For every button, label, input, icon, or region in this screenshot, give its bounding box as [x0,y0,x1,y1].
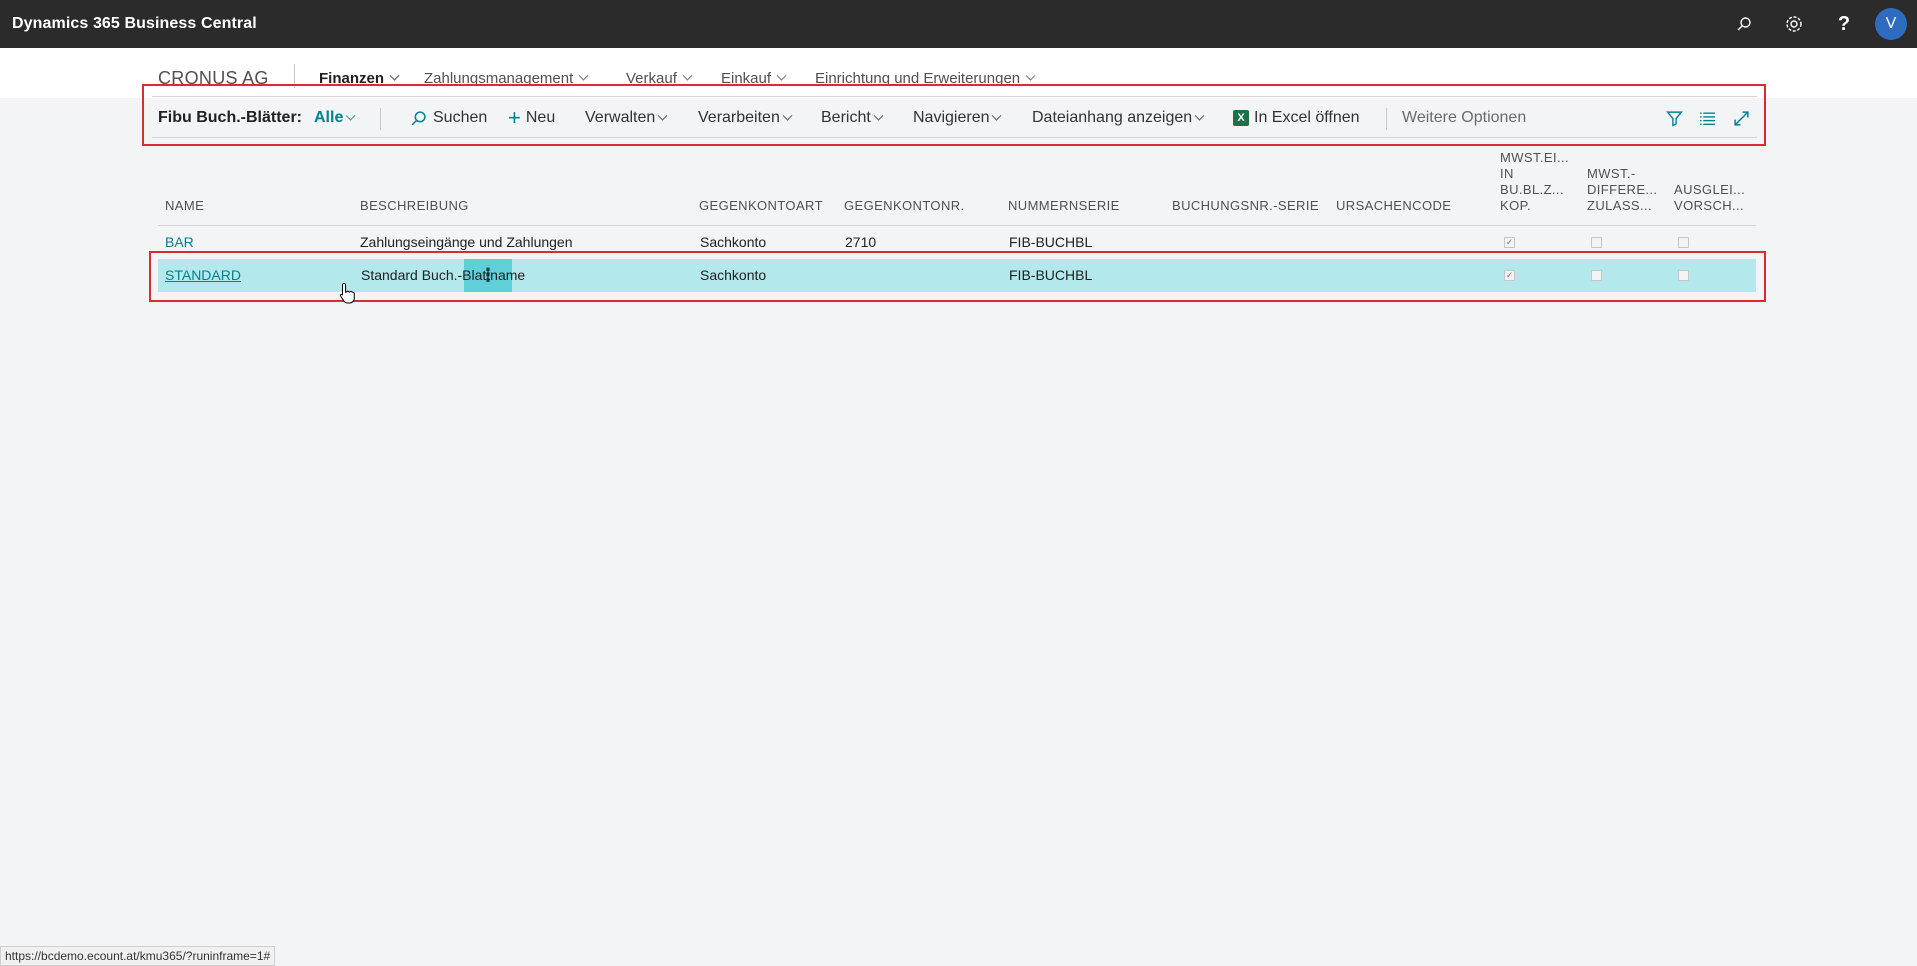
row-description: Zahlungseingänge und Zahlungen [360,234,573,250]
separator [380,108,381,130]
open-in-excel-button[interactable]: X In Excel öffnen [1233,97,1360,139]
app-title[interactable]: Dynamics 365 Business Central [12,15,257,33]
navigate-label: Navigieren [913,109,990,126]
header-line: DIFFERE... [1587,182,1658,197]
filter-icon[interactable] [1663,107,1685,129]
hand-cursor-icon [339,282,355,304]
vat-diff-checkbox[interactable] [1591,270,1602,281]
nav-item-label: Verkauf [626,70,677,87]
search-icon [411,110,426,125]
nav-item-einkauf[interactable]: Einkauf [721,70,787,87]
nav-item-finanzen[interactable]: Finanzen [319,70,400,87]
apply-suggest-checkbox[interactable] [1678,270,1689,281]
nav-item-label: Einrichtung und Erweiterungen [815,70,1021,87]
nav-divider [294,64,295,88]
navigate-menu[interactable]: Navigieren [913,97,1002,139]
vat-copy-checkbox[interactable]: ✓ [1504,237,1515,248]
attachment-menu[interactable]: Dateianhang anzeigen [1032,97,1205,139]
header-line: KOP. [1500,198,1531,213]
table-row-selected[interactable]: STANDARD ⋮ Standard Buch.-Blattname Sach… [158,259,1756,292]
header-line: MWST.- [1587,166,1636,181]
status-bar-url: https://bcdemo.ecount.at/kmu365/?runinfr… [0,946,276,966]
nav-item-label: Finanzen [319,70,385,87]
app-bar: Dynamics 365 Business Central ? V [0,0,1917,48]
row-no-series: FIB-BUCHBL [1009,267,1093,283]
excel-icon: X [1233,110,1249,126]
expand-icon[interactable] [1730,107,1752,129]
help-icon-glyph: ? [1837,12,1851,35]
plus-icon: + [508,105,521,130]
avatar[interactable]: V [1875,8,1907,40]
column-header-name[interactable]: NAME [165,198,204,214]
chevron-down-icon [345,110,356,121]
manage-label: Verwalten [585,109,656,126]
row-no-series: FIB-BUCHBL [1009,234,1093,250]
chevron-down-icon [578,70,589,81]
chevron-down-icon [873,110,884,121]
header-line: BU.BL.Z... [1500,182,1564,197]
apply-suggest-checkbox[interactable] [1678,237,1689,248]
action-bar: Fibu Buch.-Blätter: Alle Suchen + Neu Ver… [152,96,1757,138]
nav-item-zahlungsmanagement[interactable]: Zahlungsmanagement [424,70,589,87]
help-icon[interactable]: ? [1819,0,1869,48]
more-options-button[interactable]: Weitere Optionen [1402,97,1526,139]
new-label: Neu [525,109,556,126]
chevron-down-icon [776,70,787,81]
column-header-no-series[interactable]: NUMMERNSERIE [1008,198,1120,214]
report-menu[interactable]: Bericht [821,97,884,139]
search-icon[interactable] [1719,0,1769,48]
nav-item-label: Zahlungsmanagement [424,70,574,87]
manage-menu[interactable]: Verwalten [585,97,668,139]
settings-icon[interactable] [1769,0,1819,48]
column-header-posting-series[interactable]: BUCHUNGSNR.-SERIE [1172,198,1319,214]
header-line: AUSGLEI... [1674,182,1746,197]
chevron-down-icon [1025,70,1036,81]
report-label: Bericht [821,109,871,126]
row-bal-type: Sachkonto [700,267,767,283]
separator [1386,108,1387,130]
company-name[interactable]: CRONUS AG [158,68,269,89]
view-filter-dropdown[interactable]: Alle [314,97,356,139]
nav-item-einrichtung[interactable]: Einrichtung und Erweiterungen [815,70,1036,87]
chevron-down-icon [992,110,1002,121]
chevron-down-icon [782,110,793,121]
column-header-description[interactable]: BESCHREIBUNG [360,198,469,214]
new-button[interactable]: + Neu [508,97,555,139]
navigation-band: CRONUS AG Finanzen Zahlungsmanagement Ve… [0,48,1917,98]
chevron-down-icon [1194,110,1205,121]
column-header-apply-suggest[interactable]: AUSGLEI... VORSCH... [1674,182,1745,214]
search-button[interactable]: Suchen [410,97,487,139]
header-line: MWST.EI... [1500,150,1569,165]
column-header-bal-no[interactable]: GEGENKONTONR. [844,198,965,214]
row-name-link[interactable]: BAR [165,226,194,259]
chevron-down-icon [657,110,668,121]
header-line: IN [1500,166,1514,181]
process-label: Verarbeiten [698,109,780,126]
header-line: VORSCH... [1674,198,1745,213]
row-bal-no: 2710 [845,234,877,250]
column-header-vat-copy[interactable]: MWST.EI... IN BU.BL.Z... KOP. [1500,150,1569,214]
row-bal-type: Sachkonto [700,234,767,250]
row-description: Standard Buch.-Blattname [361,267,526,283]
list-view-icon[interactable] [1696,107,1718,129]
column-header-vat-diff[interactable]: MWST.- DIFFERE... ZULASS... [1587,166,1657,214]
table-row[interactable]: BAR Zahlungseingänge und Zahlungen Sachk… [158,226,1756,259]
column-header-bal-type[interactable]: GEGENKONTOART [699,198,823,214]
attachment-label: Dateianhang anzeigen [1032,109,1193,126]
search-label: Suchen [433,109,488,126]
chevron-down-icon [682,70,693,81]
excel-label: In Excel öffnen [1254,109,1360,126]
nav-item-verkauf[interactable]: Verkauf [626,70,693,87]
page-caption: Fibu Buch.-Blätter: [158,109,302,126]
vat-diff-checkbox[interactable] [1591,237,1602,248]
row-name-link[interactable]: STANDARD [165,259,241,292]
chevron-down-icon [389,70,400,81]
process-menu[interactable]: Verarbeiten [698,97,793,139]
nav-item-label: Einkauf [721,70,772,87]
column-header-reason-code[interactable]: URSACHENCODE [1336,198,1451,214]
vat-copy-checkbox[interactable]: ✓ [1504,270,1515,281]
header-line: ZULASS... [1587,198,1653,213]
view-filter-label: Alle [314,109,344,126]
